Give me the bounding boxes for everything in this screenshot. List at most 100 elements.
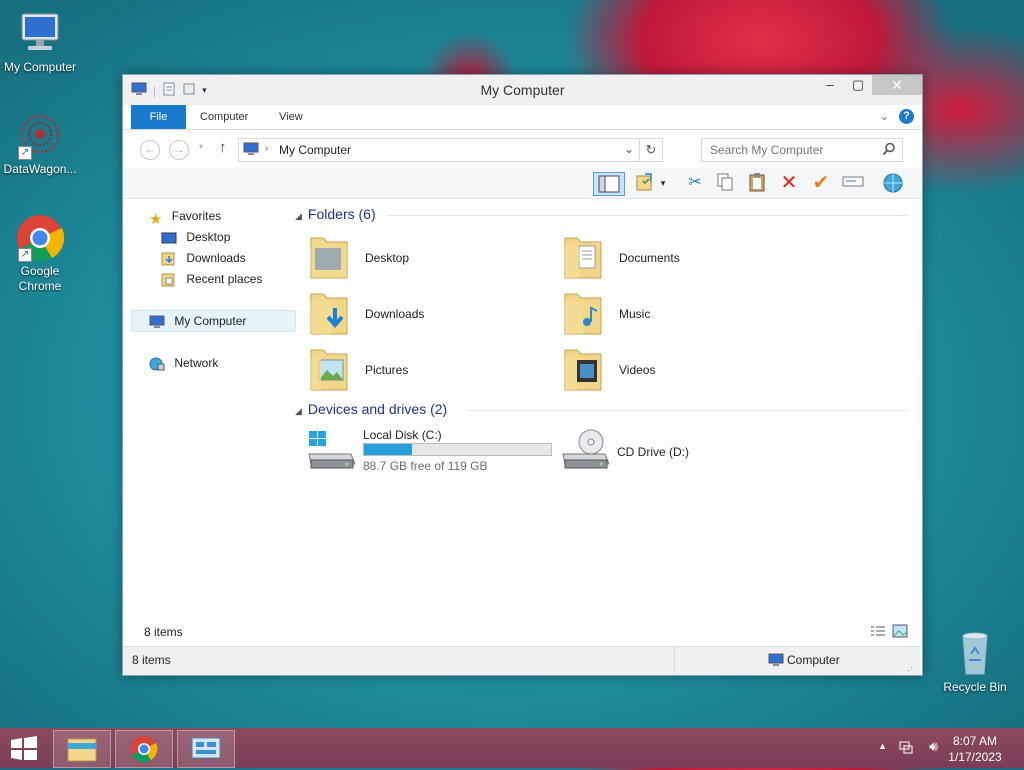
sidebar-item-label: Desktop [186, 230, 231, 244]
drive-name: CD Drive (D:) [617, 445, 689, 459]
network-icon [149, 357, 165, 371]
folder-desktop[interactable]: Desktop [309, 234, 559, 284]
taskbar-file-explorer[interactable] [53, 730, 111, 768]
sidebar-item-downloads[interactable]: Downloads [161, 248, 246, 268]
group-header-devices[interactable]: ◢ Devices and drives (2) [295, 401, 447, 417]
drive-cd-d[interactable]: CD Drive (D:) [561, 428, 811, 474]
taskbar: ▲ 🔊︎ 8:07 AM 1/17/2023 [0, 728, 1024, 768]
folder-documents[interactable]: Documents [563, 234, 813, 284]
group-header-folders[interactable]: ◢ Folders (6) [295, 206, 376, 222]
explorer-window: | ▾ My Computer – ▢ ✕ File Computer View… [122, 74, 923, 676]
folder-name: Videos [619, 363, 656, 377]
paste-icon[interactable] [745, 172, 769, 194]
up-button[interactable]: ↑ [219, 139, 227, 156]
sidebar-item-desktop[interactable]: Desktop [161, 227, 230, 247]
show-hidden-icons-icon[interactable]: ▲ [878, 741, 887, 751]
details-view-icon[interactable] [870, 624, 886, 641]
clock-date: 1/17/2023 [948, 750, 1002, 764]
search-icon[interactable] [882, 142, 896, 159]
shortcut-arrow-icon: ↗ [18, 146, 32, 160]
folder-downloads[interactable]: Downloads [309, 290, 559, 340]
preview-pane-icon[interactable] [593, 172, 625, 196]
group-divider [387, 215, 907, 216]
sidebar-item-recent-places[interactable]: Recent places [161, 269, 262, 289]
resize-grip-icon[interactable]: ⋰ [907, 662, 916, 673]
checkmark-icon[interactable]: ✔ [809, 172, 833, 194]
back-button[interactable]: ← [140, 140, 160, 160]
network-status-icon[interactable] [898, 739, 914, 758]
computer-icon [16, 10, 64, 58]
title-bar[interactable]: | ▾ My Computer – ▢ ✕ [123, 75, 922, 105]
drive-local-disk-c[interactable]: Local Disk (C:) 88.7 GB free of 119 GB [307, 428, 557, 474]
expand-ribbon-icon[interactable]: ⌄ [880, 110, 889, 123]
chevron-down-icon[interactable]: ⌄ [624, 142, 634, 156]
copy-icon[interactable] [713, 172, 737, 194]
rename-icon[interactable] [841, 172, 865, 194]
group-title: Folders (6) [307, 206, 376, 222]
network-globe-icon[interactable] [881, 172, 905, 194]
folder-videos[interactable]: Videos [563, 346, 813, 396]
chevron-down-icon[interactable]: ▾ [656, 172, 670, 194]
recycle-bin-icon [951, 630, 999, 678]
forward-button[interactable]: → [169, 140, 189, 160]
maximize-button[interactable]: ▢ [844, 75, 872, 95]
datawagon-icon: ↗ [16, 112, 64, 160]
chevron-right-icon[interactable]: › [265, 143, 268, 153]
computer-small-icon [768, 653, 784, 670]
recent-locations-dropdown-icon[interactable]: ▾ [199, 142, 203, 151]
collapse-triangle-icon[interactable]: ◢ [295, 211, 302, 221]
cut-icon[interactable]: ✂ [683, 172, 707, 194]
large-icons-view-icon[interactable] [892, 624, 908, 641]
clock[interactable]: 8:07 AM 1/17/2023 [940, 733, 1010, 765]
desktop-icon-google-chrome[interactable]: ↗ Google Chrome [0, 214, 80, 294]
start-button[interactable] [10, 736, 38, 763]
desktop-icon-my-computer[interactable]: My Computer [0, 10, 80, 75]
taskbar-control-panel[interactable] [177, 730, 235, 768]
tab-view[interactable]: View [279, 105, 303, 129]
address-row: ← → ▾ ↑ › My Computer ⌄ ↻ [123, 130, 922, 168]
folder-music[interactable]: Music [563, 290, 813, 340]
shortcut-arrow-icon: ↗ [18, 248, 32, 262]
minimize-button[interactable]: – [816, 75, 844, 95]
folder-name: Downloads [365, 307, 425, 321]
sidebar-item-label: Recent places [186, 272, 263, 286]
sidebar-item-label: Downloads [186, 251, 246, 265]
address-bar[interactable]: › My Computer ⌄ ↻ [238, 138, 663, 162]
sidebar-item-label: Favorites [171, 209, 222, 223]
desktop-icon-datawagon[interactable]: ↗ DataWagon... [0, 112, 80, 177]
search-input[interactable] [708, 142, 882, 158]
taskbar-chrome[interactable] [115, 730, 173, 768]
status-item-count: 8 items [132, 653, 171, 667]
sidebar-item-my-computer[interactable]: My Computer [131, 310, 296, 332]
status-bar: 8 items Computer ⋰ [123, 646, 920, 675]
status-location: Computer [787, 653, 840, 667]
search-box[interactable] [701, 138, 903, 162]
properties-icon[interactable] [633, 172, 657, 194]
desktop-icon [161, 231, 177, 245]
ribbon-tabs: File Computer View ⌄ ? [123, 105, 922, 130]
desktop-icon-label: DataWagon... [3, 162, 77, 176]
content-pane: ◢ Folders (6) Desktop Documents Downloads [295, 198, 915, 608]
sidebar-item-label: My Computer [174, 314, 247, 328]
recent-places-icon [161, 273, 177, 287]
computer-small-icon [149, 315, 165, 329]
sidebar-item-network[interactable]: Network [149, 353, 218, 373]
music-folder-icon [563, 290, 603, 336]
refresh-icon[interactable]: ↻ [639, 139, 662, 161]
star-icon: ★ [149, 210, 163, 228]
breadcrumb[interactable]: My Computer [279, 143, 351, 157]
help-icon[interactable]: ? [899, 109, 914, 124]
delete-icon[interactable]: ✕ [777, 172, 801, 194]
volume-icon[interactable]: 🔊︎ [929, 738, 938, 755]
collapse-triangle-icon[interactable]: ◢ [295, 406, 302, 416]
sidebar-item-favorites[interactable]: ★ Favorites [149, 206, 222, 228]
folder-pictures[interactable]: Pictures [309, 346, 559, 396]
navigation-pane: ★ Favorites Desktop Downloads Recent pla… [123, 198, 296, 608]
tab-file[interactable]: File [131, 105, 186, 129]
window-title: My Computer [480, 82, 565, 98]
tab-computer[interactable]: Computer [200, 105, 248, 129]
close-button[interactable]: ✕ [872, 75, 922, 95]
folder-name: Documents [619, 251, 680, 265]
desktop-icon-recycle-bin[interactable]: Recycle Bin [935, 630, 1015, 695]
desktop-icon-label: My Computer [3, 60, 77, 74]
